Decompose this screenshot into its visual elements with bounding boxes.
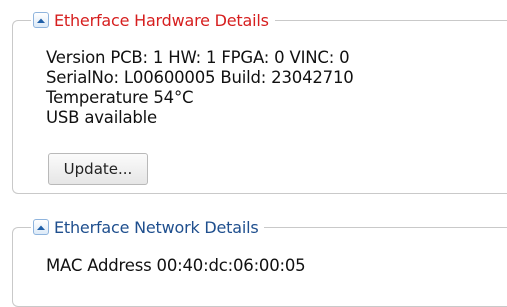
hardware-details-legend: Etherface Hardware Details [31, 9, 275, 31]
hardware-details-text: Version PCB: 1 HW: 1 FPGA: 0 VINC: 0 Ser… [46, 48, 354, 128]
network-details-group: Etherface Network Details MAC Address 00… [12, 216, 507, 307]
collapse-network-button[interactable] [33, 219, 49, 235]
serial-line: SerialNo: L00600005 Build: 23042710 [46, 68, 354, 87]
update-button[interactable]: Update... [48, 153, 148, 185]
version-line: Version PCB: 1 HW: 1 FPGA: 0 VINC: 0 [46, 48, 350, 67]
usb-status-line: USB available [46, 108, 157, 127]
temperature-line: Temperature 54°C [46, 88, 194, 107]
mac-address-line: MAC Address 00:40:dc:06:00:05 [46, 256, 306, 275]
network-details-title: Etherface Network Details [54, 217, 259, 237]
network-details-legend: Etherface Network Details [31, 216, 265, 238]
chevron-up-icon [37, 18, 45, 23]
collapse-hardware-button[interactable] [33, 12, 49, 28]
chevron-up-icon [37, 225, 45, 230]
hardware-details-title: Etherface Hardware Details [54, 10, 269, 30]
hardware-details-group: Etherface Hardware Details Version PCB: … [12, 9, 507, 194]
